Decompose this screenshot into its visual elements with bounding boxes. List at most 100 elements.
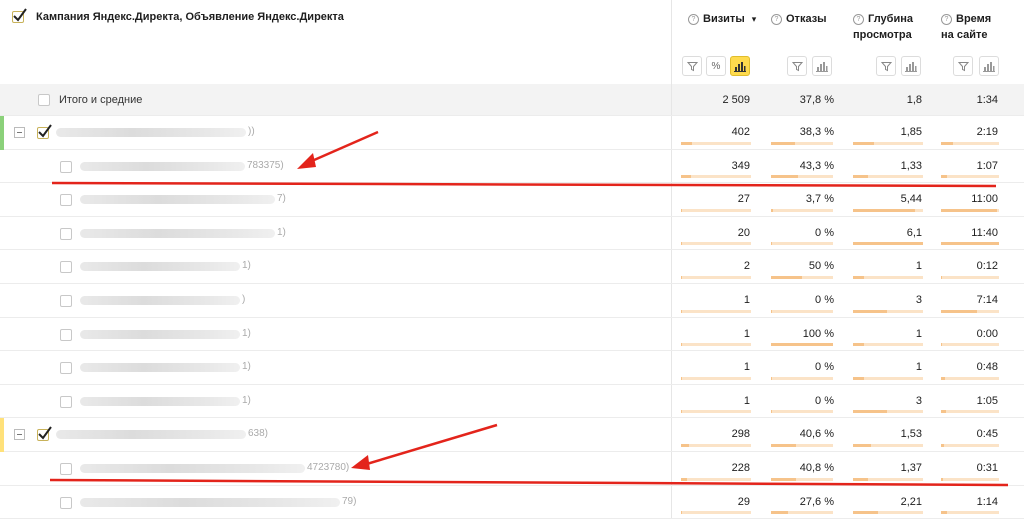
redacted-name [80,497,340,507]
cell-bounces: 27,6 % [799,495,834,508]
row-checkbox[interactable] [60,463,72,475]
cell-visits: 298 [731,428,750,441]
row-label-tail: 783375) [247,159,284,171]
cell-time-bar [941,376,999,380]
ad-row[interactable]: 1) 1 100 % 1 0:00 [0,317,1024,352]
ad-row[interactable]: 79) 29 27,6 % 2,21 1:14 [0,485,1024,520]
cell-depth-bar [853,343,923,347]
cell-bounces-bar [771,443,833,447]
redacted-name [80,262,240,272]
ad-row[interactable]: 1) 1 0 % 1 0:48 [0,351,1024,385]
cell-bounces: 40,6 % [799,428,834,441]
row-checkbox[interactable] [60,295,72,307]
ad-row[interactable]: ) 1 0 % 3 7:14 [0,284,1024,318]
row-checkbox[interactable] [60,496,72,509]
column-divider [671,183,672,216]
select-all-checkbox[interactable] [12,8,27,23]
ad-row[interactable]: 1) 1 0 % 3 1:05 [0,384,1024,419]
filter-button[interactable] [787,56,807,76]
help-icon[interactable]: ? [688,14,699,25]
cell-bounces: 40,8 % [799,462,834,474]
cell-time: 2:19 [976,126,998,138]
cell-time: 11:40 [971,226,998,239]
campaign-row[interactable]: 638) 298 40,6 % 1,53 0:45 [0,418,1024,452]
filter-button[interactable] [682,56,702,76]
help-icon[interactable]: ? [853,14,864,25]
row-checkbox[interactable] [60,395,72,408]
row-checkbox[interactable] [60,261,72,274]
column-divider [671,351,672,384]
collapse-toggle[interactable] [14,429,25,441]
cell-depth: 3 [915,394,922,407]
totals-label: Итого и средние [59,94,143,106]
campaign-row[interactable]: )) 402 38,3 % 1,85 2:19 [0,116,1024,150]
redacted-name [56,128,246,137]
cell-visits: 349 [731,159,750,172]
bar-chart-toggle-button[interactable] [812,56,832,76]
bar-chart-icon [905,61,917,72]
redacted-name [80,161,245,171]
ad-row[interactable]: 7) 27 3,7 % 5,44 11:00 [0,183,1024,217]
column-header-bounces[interactable]: ? Отказы [771,11,827,27]
row-checkbox[interactable] [60,227,72,240]
column-divider [671,116,672,149]
column-header-visits[interactable]: ? Визиты ▾ [688,11,756,27]
collapse-toggle[interactable] [14,127,25,138]
bar-fill [941,309,977,313]
ad-row[interactable]: 1) 2 50 % 1 0:12 [0,250,1024,284]
dimension-header[interactable]: Кампания Яндекс.Директа, Объявление Янде… [36,11,344,23]
row-checkbox[interactable] [60,160,72,173]
percent-button[interactable]: % [706,56,726,76]
help-icon[interactable]: ? [941,14,952,25]
row-checkbox[interactable] [60,194,72,207]
cell-time-bar [941,511,999,515]
row-label-tail: ) [242,294,246,305]
bar-chart-toggle-button[interactable] [979,56,999,76]
cell-depth-bar [853,242,923,246]
cell-time-bar [941,275,999,279]
row-label-tail: 638) [248,428,269,440]
cell-depth: 1,85 [900,126,922,138]
cell-visits-bar [681,242,751,246]
cell-depth-bar [853,443,923,447]
cell-time: 0:12 [976,260,998,273]
bar-fill [941,141,953,145]
cell-time: 0:00 [976,327,998,340]
cell-depth: 2,21 [900,495,922,508]
ad-row[interactable]: 783375) 349 43,3 % 1,33 1:07 [0,149,1024,184]
column-header-time[interactable]: ? Время на сайте [941,11,1001,43]
cell-bounces-bar [771,309,833,313]
cell-visits-bar [681,410,751,414]
bar-fill [681,410,682,414]
row-checkbox[interactable] [60,328,72,341]
row-label-tail: 1) [242,394,251,406]
row-label-tail: )) [248,126,255,137]
totals-depth: 1,8 [906,94,922,106]
cell-visits: 1 [743,294,750,306]
checkmark-icon [38,426,52,440]
column-divider [671,418,672,451]
bar-fill [853,410,888,414]
column-header-depth[interactable]: ? Глубина просмотра [853,11,925,43]
cell-depth: 1 [915,361,922,374]
row-label-tail: 4723780) [307,462,350,473]
filter-button[interactable] [953,56,973,76]
cell-time: 11:00 [971,193,998,206]
cell-depth: 1,53 [900,428,922,441]
bar-fill [681,208,682,212]
filter-button[interactable] [876,56,896,76]
row-checkbox[interactable] [60,362,72,375]
cell-bounces-bar [771,275,833,279]
ad-row[interactable]: 4723780) 228 40,8 % 1,37 0:31 [0,452,1024,486]
totals-checkbox[interactable] [38,94,50,106]
ad-row[interactable]: 1) 20 0 % 6,1 11:40 [0,216,1024,251]
row-checkbox[interactable] [37,124,52,139]
row-checkbox[interactable] [37,426,52,442]
bar-fill [853,309,888,313]
help-icon[interactable]: ? [771,14,782,25]
bar-fill [771,208,774,212]
cell-depth-bar [853,477,923,481]
bar-chart-toggle-button[interactable] [730,56,750,76]
bar-chart-toggle-button[interactable] [901,56,921,76]
bar-fill [853,141,874,145]
